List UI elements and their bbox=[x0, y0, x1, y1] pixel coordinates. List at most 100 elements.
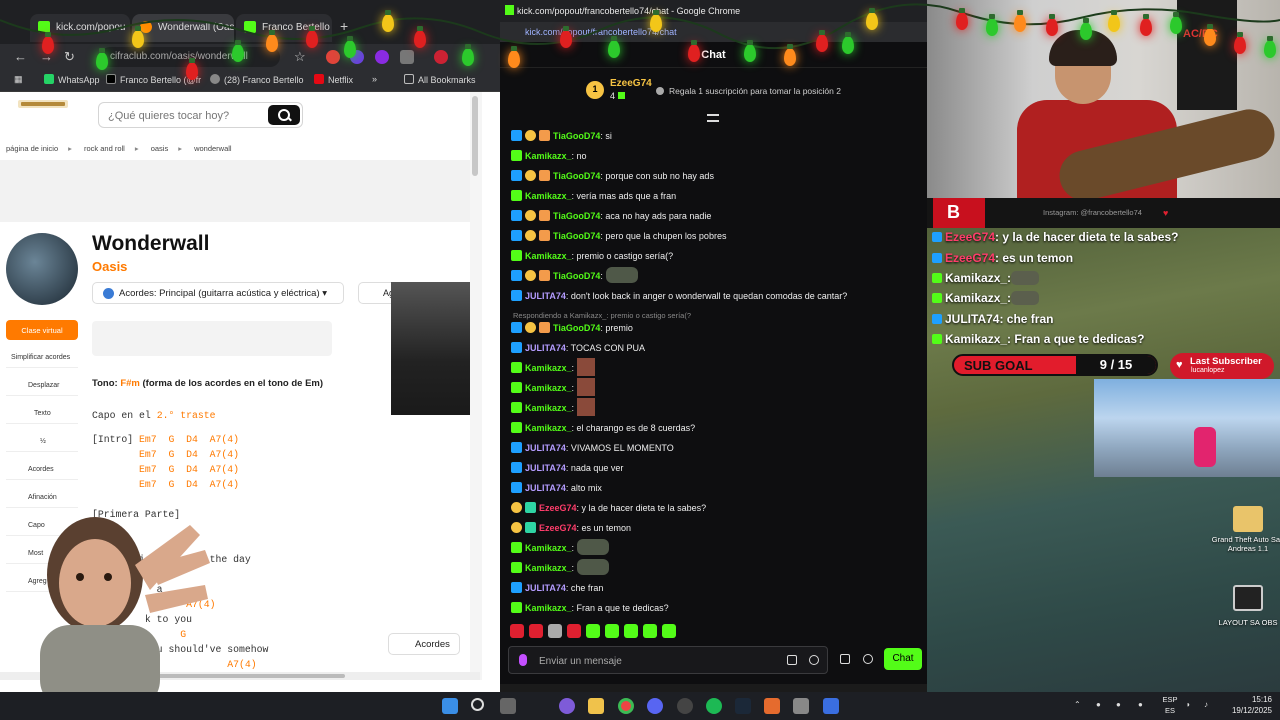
chord[interactable]: D4 bbox=[186, 449, 198, 460]
back-icon[interactable]: ← bbox=[14, 49, 27, 64]
emote-icon[interactable] bbox=[586, 624, 600, 638]
app-icon[interactable] bbox=[823, 698, 839, 714]
chat-username[interactable]: Kamikazx_ bbox=[525, 251, 572, 261]
chord[interactable]: A7(4) bbox=[210, 449, 239, 460]
chat-username[interactable]: Kamikazx_ bbox=[525, 191, 572, 201]
search-icon[interactable] bbox=[268, 105, 300, 125]
breadcrumb-genre[interactable]: rock and roll bbox=[84, 144, 125, 153]
chat-username[interactable]: JULITA74 bbox=[525, 583, 566, 593]
chords-version-select[interactable]: Acordes: Principal (guitarra acústica y … bbox=[92, 282, 344, 304]
app-icon[interactable] bbox=[764, 698, 780, 714]
bookmark-youtube[interactable]: (28) Franco Bertello bbox=[210, 74, 304, 85]
chat-username[interactable]: JULITA74 bbox=[525, 291, 566, 301]
emote-icon[interactable] bbox=[624, 624, 638, 638]
chat-username[interactable]: TiaGooD74 bbox=[553, 323, 600, 333]
discord-icon[interactable] bbox=[647, 698, 663, 714]
emote-icon[interactable] bbox=[529, 624, 543, 638]
bookmark-star-icon[interactable]: ☆ bbox=[294, 49, 306, 65]
chord[interactable]: D4 bbox=[186, 464, 198, 475]
emote-icon[interactable] bbox=[577, 559, 610, 575]
chat-username[interactable]: EzeeG74 bbox=[539, 523, 577, 533]
reload-icon[interactable]: ↻ bbox=[64, 49, 75, 65]
desktop-icon-label[interactable]: LAYOUT SA OBS bbox=[1208, 618, 1280, 627]
gear-icon[interactable] bbox=[863, 654, 873, 664]
steam-icon[interactable] bbox=[735, 698, 751, 714]
chat-username[interactable]: Kamikazx_ bbox=[525, 383, 572, 393]
folder-icon[interactable] bbox=[1233, 506, 1263, 532]
spotify-icon[interactable] bbox=[706, 698, 722, 714]
artist-avatar[interactable] bbox=[6, 233, 78, 305]
chord[interactable]: Em7 bbox=[139, 464, 157, 475]
chat-username[interactable]: Kamikazx_ bbox=[525, 403, 572, 413]
app-icon[interactable] bbox=[793, 698, 809, 714]
chord[interactable]: A7(4) bbox=[210, 479, 239, 490]
chat-username[interactable]: JULITA74 bbox=[525, 483, 566, 493]
chat-username[interactable]: EzeeG74 bbox=[539, 503, 577, 513]
tray-app-icon[interactable]: ● bbox=[1096, 700, 1101, 709]
chord[interactable]: D4 bbox=[186, 434, 198, 445]
top-gifter-username[interactable]: EzeeG74 bbox=[610, 78, 652, 89]
bookmark-whatsapp[interactable]: WhatsApp bbox=[44, 74, 100, 85]
chord[interactable]: D4 bbox=[186, 479, 198, 490]
vertical-scrollbar[interactable] bbox=[470, 92, 482, 680]
chat-username[interactable]: TiaGooD74 bbox=[553, 131, 600, 141]
transpose-tool[interactable]: ½ bbox=[6, 432, 78, 452]
breadcrumb-artist[interactable]: oasis bbox=[151, 144, 169, 153]
chat-username[interactable]: TiaGooD74 bbox=[553, 171, 600, 181]
expand-chevron-icon[interactable] bbox=[707, 114, 719, 122]
puzzle-icon[interactable] bbox=[400, 50, 414, 64]
emote-icon[interactable] bbox=[548, 624, 562, 638]
emote-icon[interactable] bbox=[662, 624, 676, 638]
chord[interactable]: A7(4) bbox=[210, 464, 239, 475]
microphone-icon[interactable]: ● bbox=[1138, 700, 1143, 709]
scroll-thumb[interactable] bbox=[472, 96, 478, 176]
clase-virtual-button[interactable]: Clase virtual bbox=[6, 320, 78, 340]
emote-icon[interactable] bbox=[577, 378, 596, 396]
file-explorer-icon[interactable] bbox=[588, 698, 604, 714]
tray-app-icon[interactable]: ● bbox=[1116, 700, 1121, 709]
gift-icon[interactable] bbox=[840, 654, 850, 664]
chord[interactable]: G bbox=[168, 464, 174, 475]
obs-icon[interactable] bbox=[677, 698, 693, 714]
profile-avatar[interactable] bbox=[434, 50, 448, 64]
emote-icon[interactable] bbox=[577, 358, 596, 376]
chord[interactable]: A7(4) bbox=[227, 659, 256, 670]
start-icon[interactable] bbox=[442, 698, 458, 714]
tab-wonderwall[interactable]: Wonderwall (Oasis bbox=[132, 14, 234, 42]
chord[interactable]: Em7 bbox=[139, 434, 157, 445]
emote-icon[interactable] bbox=[605, 624, 619, 638]
chat-username[interactable]: TiaGooD74 bbox=[553, 231, 600, 241]
microphone-icon[interactable] bbox=[519, 654, 527, 666]
search-box[interactable]: ¿Qué quieres tocar hoy? bbox=[98, 102, 303, 128]
search-icon[interactable] bbox=[471, 698, 484, 711]
acordes-button[interactable]: Acordes bbox=[388, 633, 460, 655]
chat-username[interactable]: Kamikazx_ bbox=[525, 151, 572, 161]
song-artist[interactable]: Oasis bbox=[92, 259, 127, 274]
chord[interactable]: G bbox=[168, 449, 174, 460]
clock[interactable]: 15:16 19/12/2025 bbox=[1220, 694, 1272, 716]
simplify-chords-tool[interactable]: Simplificar acordes bbox=[6, 348, 78, 368]
emote-icon[interactable] bbox=[577, 539, 610, 555]
chat-username[interactable]: TiaGooD74 bbox=[553, 211, 600, 221]
emote-icon[interactable] bbox=[510, 624, 524, 638]
extension-icon[interactable] bbox=[375, 50, 389, 64]
chord[interactable]: G bbox=[168, 434, 174, 445]
breadcrumb-song[interactable]: wonderwall bbox=[194, 144, 232, 153]
send-chat-button[interactable]: Chat bbox=[884, 648, 922, 670]
gift-sub-prompt[interactable]: Regala 1 suscripción para tomar la posic… bbox=[656, 86, 841, 96]
all-bookmarks[interactable]: All Bookmarks bbox=[404, 74, 476, 85]
chords-tool[interactable]: Acordes bbox=[6, 460, 78, 480]
task-view-icon[interactable] bbox=[500, 698, 516, 714]
tray-chevron-icon[interactable]: ⌃ bbox=[1074, 700, 1081, 709]
new-tab-icon[interactable]: + bbox=[340, 18, 348, 34]
key-value[interactable]: F#m bbox=[120, 378, 140, 389]
chat-username[interactable]: Kamikazx_ bbox=[525, 363, 572, 373]
chat-username[interactable]: Kamikazx_ bbox=[525, 563, 572, 573]
slash-command-icon[interactable] bbox=[787, 655, 797, 665]
chat-username[interactable]: TiaGooD74 bbox=[553, 271, 600, 281]
adblock-icon[interactable] bbox=[326, 50, 340, 64]
emote-icon[interactable] bbox=[643, 624, 657, 638]
chat-username[interactable]: JULITA74 bbox=[525, 443, 566, 453]
more-bookmarks-icon[interactable]: » bbox=[372, 74, 377, 84]
bookmark-netflix[interactable]: Netflix bbox=[314, 74, 353, 85]
